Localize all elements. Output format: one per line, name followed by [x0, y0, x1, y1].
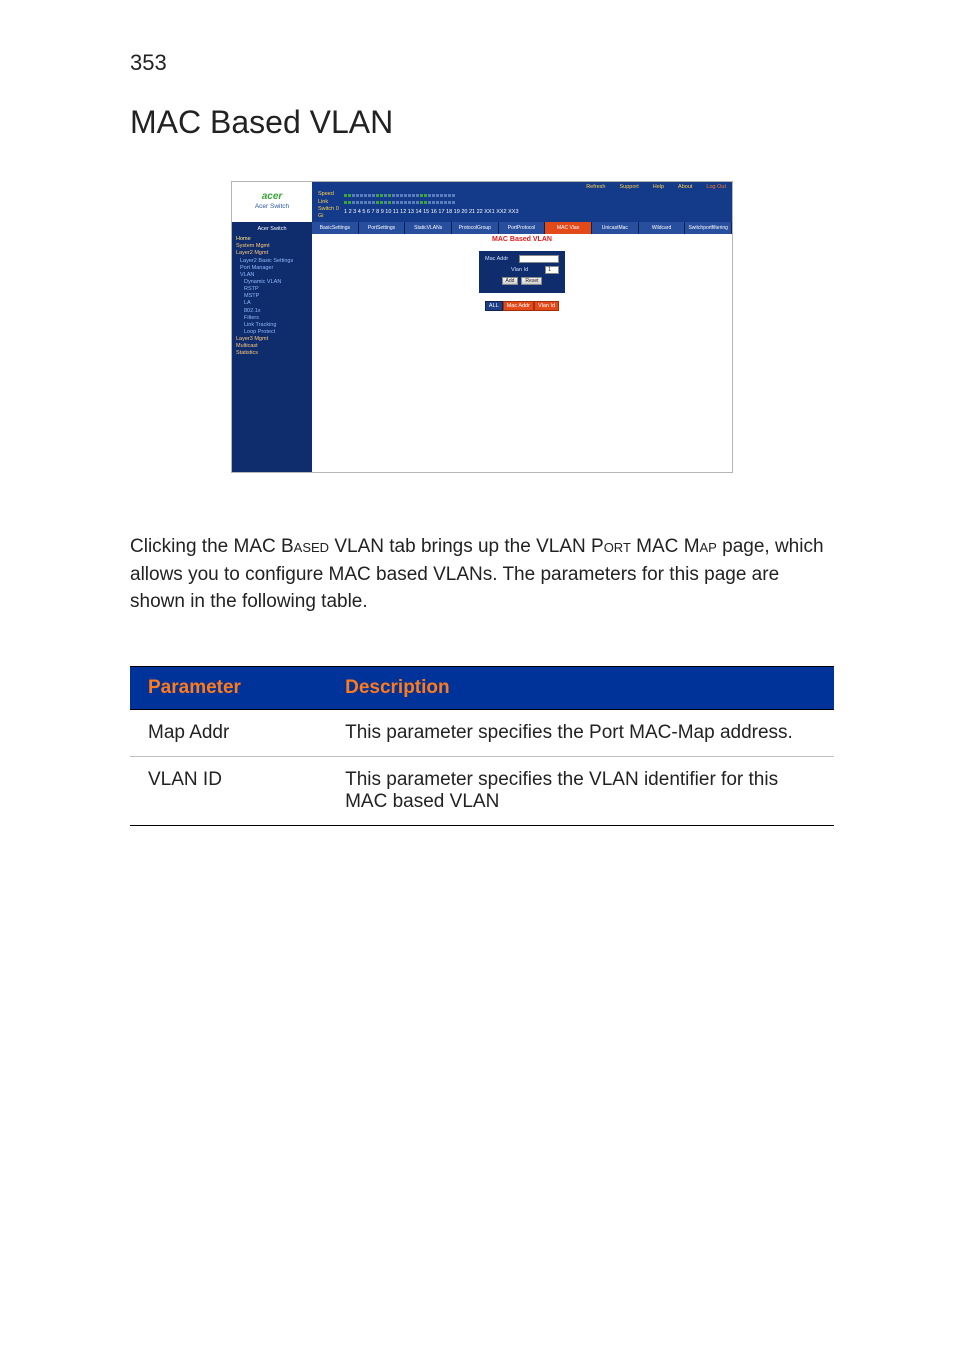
table-row: VLAN ID This parameter specifies the VLA…	[130, 756, 834, 825]
param-table: Parameter Description Map Addr This para…	[130, 666, 834, 826]
vlan-id-label: Vlan Id	[511, 267, 541, 273]
sidebar-filters[interactable]: Filters	[236, 315, 308, 322]
panel: MAC Based VLAN Mac Addr Vlan Id 1	[312, 234, 732, 472]
tab-protocol-group[interactable]: ProtocolGroup	[452, 222, 499, 234]
logo-sub: Acer Switch	[255, 202, 289, 211]
param-name: Map Addr	[130, 709, 327, 756]
sidebar-port-manager[interactable]: Port Manager	[236, 265, 308, 272]
body-sc3: Map	[684, 536, 717, 557]
body-pre: Clicking the MAC	[130, 536, 281, 557]
body-sc2: Port	[591, 536, 631, 557]
app-window: acer Acer Switch Refresh Support Help Ab…	[231, 181, 733, 473]
link-logout[interactable]: Log Out	[706, 184, 726, 190]
tab-unicast-mac[interactable]: UnicastMac	[592, 222, 639, 234]
param-desc: This parameter specifies the Port MAC-Ma…	[327, 709, 834, 756]
app-header: acer Acer Switch Refresh Support Help Ab…	[232, 182, 732, 222]
body-mid2: MAC	[631, 536, 684, 557]
mac-addr-input[interactable]	[519, 255, 559, 263]
body-sc1: Based	[281, 536, 329, 557]
param-name: VLAN ID	[130, 756, 327, 825]
sidebar-vlan[interactable]: VLAN	[236, 272, 308, 279]
app-body: Acer Switch Home System Mgmt Layer2 Mgmt…	[232, 222, 732, 472]
page: 353 MAC Based VLAN acer Acer Switch Refr…	[0, 0, 954, 1369]
content: BasicSettings PortSettings StaticVLANs P…	[312, 222, 732, 472]
body-text: Clicking the MAC Based VLAN tab brings u…	[130, 533, 834, 616]
sidebar-rstp[interactable]: RSTP	[236, 286, 308, 293]
screenshot: acer Acer Switch Refresh Support Help Ab…	[130, 181, 834, 473]
sidebar-layer3-mgmt[interactable]: Layer3 Mgmt	[236, 336, 308, 343]
table-row: Map Addr This parameter specifies the Po…	[130, 709, 834, 756]
result-head-mac: Mac Addr	[503, 301, 534, 311]
result-table: ALL Mac Addr Vlan Id	[485, 301, 559, 311]
link-refresh[interactable]: Refresh	[586, 184, 605, 190]
form: Mac Addr Vlan Id 1 Add Reset	[479, 251, 565, 293]
tab-basic-settings[interactable]: BasicSettings	[312, 222, 359, 234]
tab-mac-vlan[interactable]: MAC Vlan	[545, 222, 592, 234]
result-head-vlan: Vlan Id	[534, 301, 559, 311]
tab-port-settings[interactable]: PortSettings	[359, 222, 406, 234]
tab-wildcard[interactable]: Wildcard	[639, 222, 686, 234]
param-header-description: Description	[327, 666, 834, 709]
sidebar-home[interactable]: Home	[236, 236, 308, 243]
speed-label: Speed	[318, 191, 340, 198]
sidebar-header: Acer Switch	[236, 226, 308, 233]
link-help[interactable]: Help	[653, 184, 664, 190]
logo: acer Acer Switch	[232, 182, 312, 222]
link-support[interactable]: Support	[619, 184, 638, 190]
mac-addr-label: Mac Addr	[485, 256, 515, 262]
body-mid1: VLAN tab brings up the VLAN	[329, 536, 591, 557]
sidebar-statistics[interactable]: Statistics	[236, 350, 308, 357]
top-links: Refresh Support Help About Log Out	[586, 184, 726, 190]
link-label: Link	[318, 199, 340, 206]
sidebar-8021x[interactable]: 802.1x	[236, 308, 308, 315]
param-header-parameter: Parameter	[130, 666, 327, 709]
tabs: BasicSettings PortSettings StaticVLANs P…	[312, 222, 732, 234]
add-button[interactable]: Add	[502, 277, 519, 285]
result-head-all[interactable]: ALL	[485, 301, 503, 311]
sidebar-multicast[interactable]: Multicast	[236, 343, 308, 350]
sidebar-layer2-basic[interactable]: Layer2 Basic Settings	[236, 258, 308, 265]
panel-title: MAC Based VLAN	[492, 236, 552, 243]
sidebar-dynamic-vlan[interactable]: Dynamic VLAN	[236, 279, 308, 286]
sidebar-mstp[interactable]: MSTP	[236, 293, 308, 300]
sidebar: Acer Switch Home System Mgmt Layer2 Mgmt…	[232, 222, 312, 472]
speed-dots	[344, 194, 455, 197]
link-about[interactable]: About	[678, 184, 692, 190]
tab-static-vlans[interactable]: StaticVLANs	[405, 222, 452, 234]
page-title: MAC Based VLAN	[130, 104, 834, 141]
sidebar-link-tracking[interactable]: Link Tracking	[236, 322, 308, 329]
param-desc: This parameter specifies the VLAN identi…	[327, 756, 834, 825]
sidebar-system-mgmt[interactable]: System Mgmt	[236, 243, 308, 250]
port-indicator: Speed Link Switch 0 Gi	[312, 190, 732, 222]
sidebar-la[interactable]: LA	[236, 300, 308, 307]
banner: Refresh Support Help About Log Out Speed	[312, 182, 732, 222]
logo-brand: acer	[262, 192, 283, 202]
vlan-id-input[interactable]: 1	[545, 266, 559, 274]
reset-button[interactable]: Reset	[521, 277, 542, 285]
page-number: 353	[130, 50, 834, 76]
link-dots	[344, 201, 455, 204]
port-numbers: Switch 0 Gi 1 2 3 4 5 6 7 8 9 10 11 12 1…	[318, 206, 726, 220]
tab-switchport-filtering[interactable]: Switchportfiltering	[685, 222, 732, 234]
tab-port-protocol[interactable]: PortProtocol	[499, 222, 546, 234]
sidebar-loop-protect[interactable]: Loop Protect	[236, 329, 308, 336]
sidebar-layer2-mgmt[interactable]: Layer2 Mgmt	[236, 250, 308, 257]
